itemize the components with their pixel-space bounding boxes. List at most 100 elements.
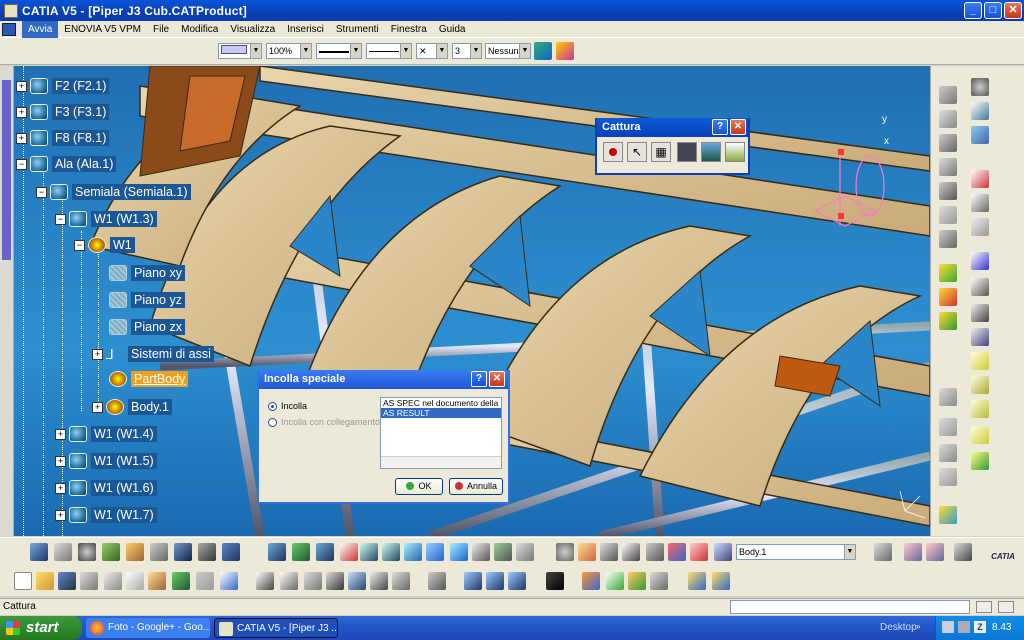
tree-node-piano-xy[interactable]: Piano xy: [109, 263, 185, 283]
edit-capture-icon[interactable]: [725, 142, 745, 162]
chevron-icon[interactable]: »: [916, 622, 920, 631]
hide-show-icon[interactable]: [494, 543, 512, 561]
close-button[interactable]: ✕: [489, 371, 505, 387]
list-item[interactable]: AS SPEC nel documento della p: [381, 398, 501, 408]
table-icon[interactable]: [304, 572, 322, 590]
new-part-icon[interactable]: [150, 543, 168, 561]
measure-icon[interactable]: [971, 218, 989, 236]
body-combo[interactable]: Body.1 ▼: [736, 544, 856, 560]
pad-icon[interactable]: [939, 110, 957, 128]
tree-node-w1-5[interactable]: + W1 (W1.5): [55, 451, 157, 471]
part-design-icon[interactable]: [54, 543, 72, 561]
pan-icon[interactable]: [316, 543, 334, 561]
minimize-button[interactable]: _: [964, 2, 982, 19]
update-icon[interactable]: [556, 543, 574, 561]
sectioning-icon[interactable]: [926, 543, 944, 561]
undo-icon[interactable]: [172, 572, 190, 590]
rotate-icon[interactable]: [340, 543, 358, 561]
open-icon[interactable]: [36, 572, 54, 590]
angle-icon[interactable]: [508, 572, 526, 590]
volume-icon[interactable]: [958, 621, 970, 633]
layers-icon[interactable]: [939, 506, 957, 524]
list-scrollbar[interactable]: [381, 456, 501, 468]
desktop-toolbar[interactable]: Desktop: [880, 616, 917, 640]
tree-node-f3[interactable]: + F3 (F3.1): [16, 102, 110, 122]
grid-icon[interactable]: [326, 572, 344, 590]
constraint-icon[interactable]: [646, 543, 664, 561]
existing-component-icon[interactable]: [174, 543, 192, 561]
tree-node-w1-part[interactable]: − W1: [74, 235, 135, 255]
tree-node-w1-4[interactable]: + W1 (W1.4): [55, 424, 157, 444]
annotation-icon[interactable]: [971, 170, 989, 188]
radio-incolla-collegamento[interactable]: Incolla con collegamento: [268, 417, 380, 427]
iso-view-icon[interactable]: [450, 543, 468, 561]
layer-combo[interactable]: Nessuno ▼: [485, 43, 531, 59]
swap-space-icon[interactable]: [516, 543, 534, 561]
tree-node-body1[interactable]: + Body.1: [92, 397, 172, 417]
fillet-icon[interactable]: [939, 230, 957, 248]
menu-strumenti[interactable]: Strumenti: [330, 21, 385, 38]
surface-icon[interactable]: [971, 452, 989, 470]
layer-filter-icon[interactable]: [688, 572, 706, 590]
pointer-icon[interactable]: [971, 194, 989, 212]
hole-icon[interactable]: [939, 182, 957, 200]
clash-icon[interactable]: [904, 543, 922, 561]
line-width-combo[interactable]: ▼: [316, 43, 362, 59]
tree-node-ala[interactable]: − Ala (Ala.1): [16, 154, 117, 174]
paste-icon[interactable]: [148, 572, 166, 590]
tree-node-semiala[interactable]: − Semiala (Semiala.1): [36, 182, 191, 202]
constraint-icon[interactable]: [939, 312, 957, 330]
tree-node-f8[interactable]: + F8 (F8.1): [16, 128, 110, 148]
pin-icon[interactable]: [690, 543, 708, 561]
tree-scrollbar[interactable]: [0, 66, 14, 536]
save-icon[interactable]: [58, 572, 76, 590]
distance-icon[interactable]: [464, 572, 482, 590]
snap-icon[interactable]: [971, 126, 989, 144]
render-icon[interactable]: [628, 572, 646, 590]
print-icon[interactable]: [80, 572, 98, 590]
annulla-button[interactable]: Annulla: [449, 478, 503, 495]
redo-icon[interactable]: [196, 572, 214, 590]
graph-icon[interactable]: [222, 543, 240, 561]
multi-view-icon[interactable]: [426, 543, 444, 561]
whats-this-icon[interactable]: [220, 572, 238, 590]
explode-icon[interactable]: [874, 543, 892, 561]
paste-format-list[interactable]: AS SPEC nel documento della p AS RESULT: [380, 397, 502, 469]
rotate-icon[interactable]: [939, 468, 957, 486]
start-button[interactable]: start: [0, 616, 82, 640]
close-button[interactable]: ✕: [730, 119, 746, 135]
painter-icon[interactable]: [534, 42, 552, 60]
shading-icon[interactable]: [472, 543, 490, 561]
task-browser[interactable]: Foto - Google+ - Goo...: [86, 618, 210, 638]
select-mode-icon[interactable]: ↖: [627, 142, 647, 162]
mirror-icon[interactable]: [939, 418, 957, 436]
menu-avvia[interactable]: Avvia: [22, 20, 59, 38]
normal-view-icon[interactable]: [404, 543, 422, 561]
cube-icon[interactable]: [939, 86, 957, 104]
catalog-icon[interactable]: [348, 572, 366, 590]
new-product-icon[interactable]: [126, 543, 144, 561]
fly-mode-icon[interactable]: [268, 543, 286, 561]
texture-icon[interactable]: [650, 572, 668, 590]
tree-node-w1-6[interactable]: + W1 (W1.6): [55, 478, 157, 498]
tree-node-f2[interactable]: + F2 (F2.1): [16, 76, 110, 96]
rendering-combo[interactable]: 3 ▼: [452, 43, 482, 59]
units-icon[interactable]: [622, 543, 640, 561]
capture-3d-icon[interactable]: [677, 142, 697, 162]
scroll-thumb[interactable]: [2, 80, 11, 260]
color-combo[interactable]: ▼: [218, 43, 262, 59]
measure-icon[interactable]: [600, 543, 618, 561]
zoom-in-icon[interactable]: [360, 543, 378, 561]
body-icon[interactable]: [714, 543, 732, 561]
new-component-icon[interactable]: [102, 543, 120, 561]
camera-icon[interactable]: [546, 572, 564, 590]
profile-icon[interactable]: [971, 278, 989, 296]
gear-icon[interactable]: [78, 543, 96, 561]
menu-inserisci[interactable]: Inserisci: [281, 21, 330, 38]
shaft-icon[interactable]: [939, 158, 957, 176]
restore-icon[interactable]: [976, 601, 992, 613]
pattern-icon[interactable]: [939, 388, 957, 406]
record-icon[interactable]: [603, 142, 623, 162]
lock-icon[interactable]: [370, 572, 388, 590]
help-button[interactable]: ?: [471, 371, 487, 387]
